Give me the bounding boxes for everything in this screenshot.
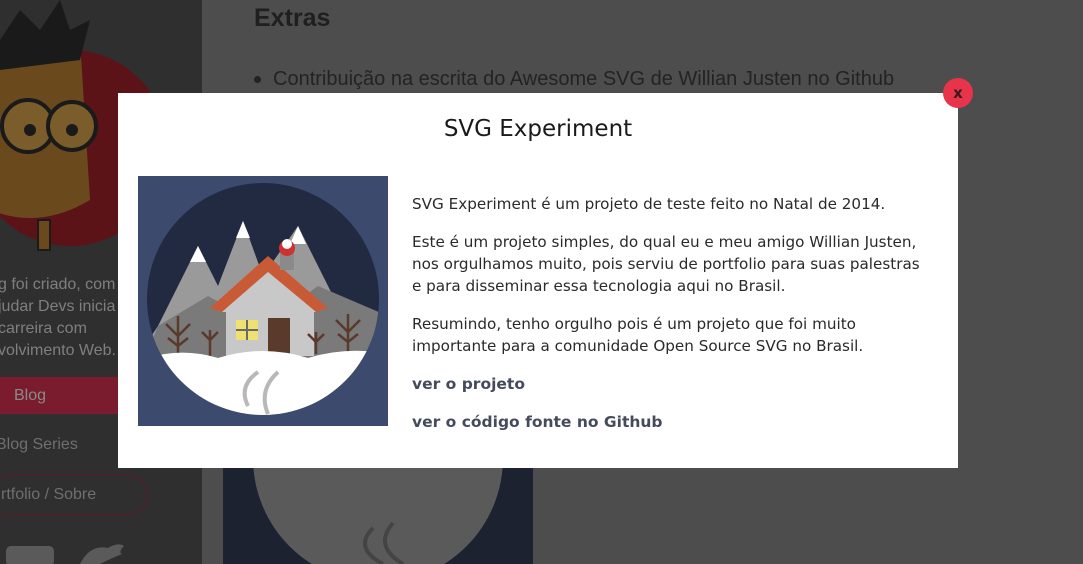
twitter-icon[interactable] (80, 544, 124, 564)
project-thumbnail[interactable] (223, 468, 533, 564)
snow-globe-illustration (147, 183, 379, 415)
modal-paragraph: Este é um projeto simples, do qual eu e … (412, 233, 920, 295)
modal-paragraph: Resumindo, tenho orgulho pois é um proje… (412, 315, 864, 355)
view-project-link[interactable]: ver o projeto (412, 373, 932, 395)
extras-list-item: Contribuição na escrita do Awesome SVG d… (254, 68, 894, 91)
modal-paragraph: SVG Experiment é um projeto de teste fei… (412, 195, 886, 213)
modal-body: SVG Experiment é um projeto de teste fei… (412, 193, 932, 449)
thumbnail-art (253, 468, 503, 564)
nav-blog[interactable]: Blog (0, 377, 132, 414)
bullet-icon (254, 76, 261, 84)
project-modal: SVG Experiment SVG Experiment é um proje… (118, 93, 958, 468)
project-illustration (138, 176, 388, 426)
nav-blog-series[interactable]: Blog Series (0, 436, 78, 454)
extras-list-item-text[interactable]: Contribuição na escrita do Awesome SVG d… (273, 68, 894, 90)
youtube-icon[interactable] (6, 546, 54, 564)
modal-title: SVG Experiment (443, 116, 633, 142)
section-heading: Extras (254, 4, 331, 32)
github-source-link[interactable]: ver o código fonte no Github (412, 411, 932, 433)
social-links (6, 544, 124, 564)
nav-portfolio[interactable]: rtfolio / Sobre (0, 475, 148, 515)
close-button[interactable]: x (943, 78, 973, 108)
